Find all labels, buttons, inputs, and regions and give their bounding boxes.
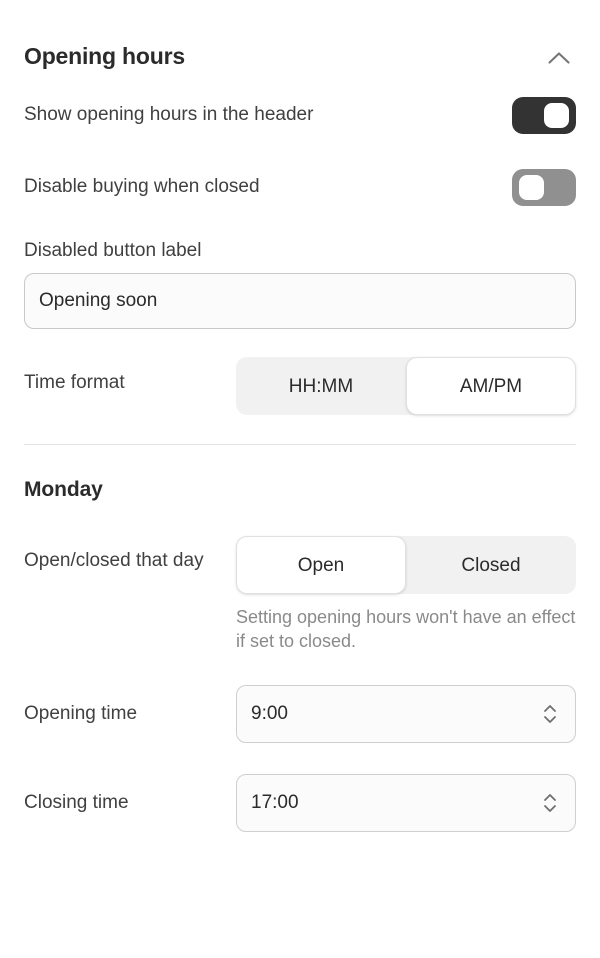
opening-time-label: Opening time [24, 703, 138, 725]
disable-buying-toggle[interactable] [512, 168, 576, 206]
section-header: Opening hours [24, 0, 576, 92]
closing-time-stepper[interactable]: 17:00 [236, 773, 576, 832]
disabled-button-label-block: Disabled button label [24, 240, 576, 329]
disabled-button-label-caption: Disabled button label [24, 240, 202, 261]
time-format-row: Time format HH:MM AM/PM [24, 357, 576, 415]
time-format-option-ampm[interactable]: AM/PM [406, 357, 576, 415]
closing-time-value: 17:00 [251, 791, 299, 813]
disable-buying-label: Disable buying when closed [24, 176, 260, 198]
opening-hours-panel: Opening hours Show opening hours in the … [0, 0, 600, 958]
opening-time-stepper[interactable]: 9:00 [236, 684, 576, 743]
open-closed-option-open[interactable]: Open [236, 536, 406, 594]
open-closed-label: Open/closed that day [24, 550, 204, 571]
show-hours-label: Show opening hours in the header [24, 104, 314, 126]
toggle-knob [544, 102, 569, 128]
toggle-knob [519, 174, 544, 200]
show-hours-toggle[interactable] [512, 96, 576, 134]
open-closed-helper-text: Setting opening hours won't have an effe… [236, 607, 576, 652]
chevron-up-icon[interactable] [542, 40, 576, 74]
stepper-up-down-icon[interactable] [539, 787, 561, 819]
time-format-segmented-control[interactable]: HH:MM AM/PM [236, 357, 576, 415]
disabled-button-label-input[interactable] [24, 273, 576, 329]
setting-row-show-hours: Show opening hours in the header [24, 92, 576, 138]
closing-time-label: Closing time [24, 792, 129, 814]
open-closed-control-group: Open Closed Setting opening hours won't … [236, 536, 576, 654]
closing-time-row: Closing time 17:00 [24, 773, 576, 832]
time-format-label: Time format [24, 372, 125, 393]
page-title: Opening hours [24, 43, 185, 70]
section-divider [24, 444, 576, 445]
time-format-option-hhmm[interactable]: HH:MM [236, 357, 406, 415]
open-closed-option-closed[interactable]: Closed [406, 536, 576, 594]
setting-row-disable-buying: Disable buying when closed [24, 164, 576, 210]
opening-time-row: Opening time 9:00 [24, 684, 576, 743]
open-closed-segmented-control[interactable]: Open Closed [236, 536, 576, 594]
opening-time-value: 9:00 [251, 702, 288, 724]
open-closed-row: Open/closed that day Open Closed Setting… [24, 536, 576, 654]
stepper-up-down-icon[interactable] [539, 698, 561, 730]
day-heading-monday: Monday [24, 478, 103, 501]
